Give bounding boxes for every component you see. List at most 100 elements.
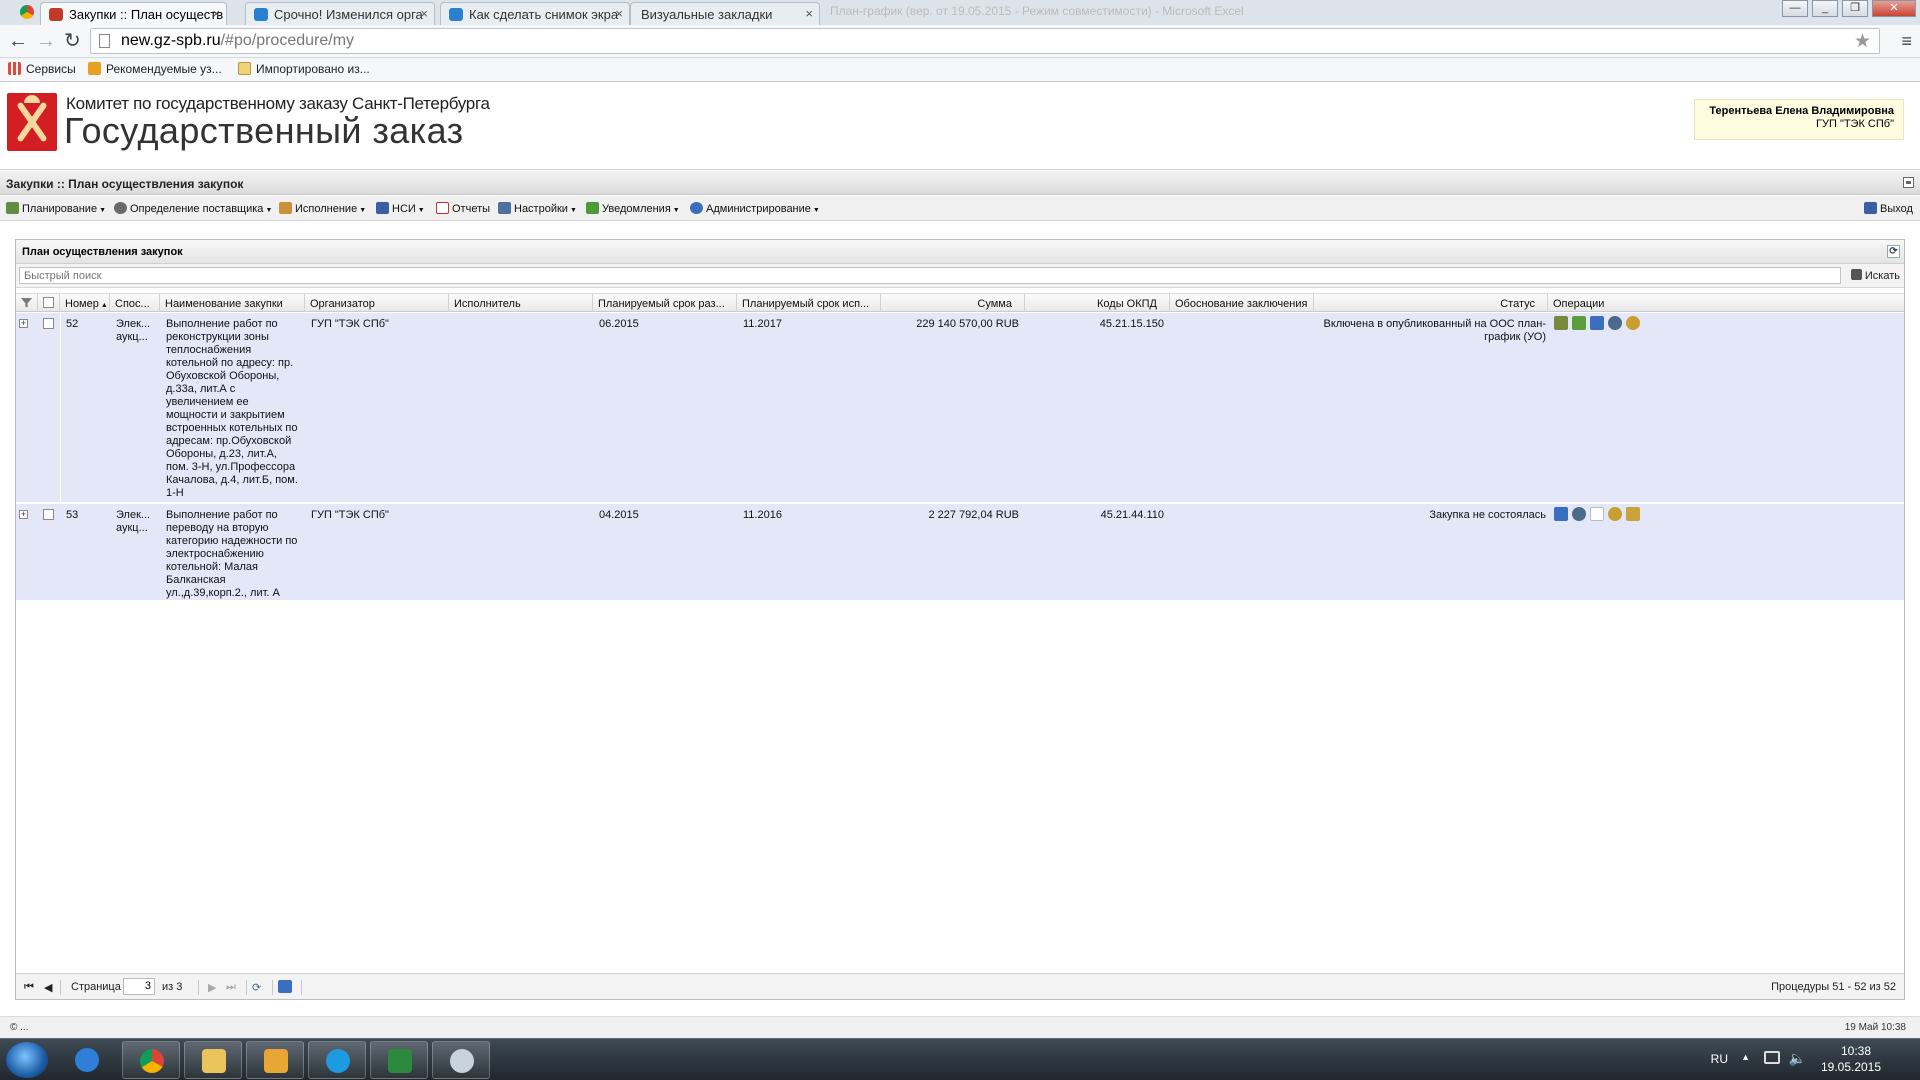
url-input[interactable]: new.gz-spb.ru/#po/procedure/my ★ bbox=[90, 28, 1880, 54]
select-all-checkbox[interactable] bbox=[43, 297, 54, 308]
scroll-icon[interactable] bbox=[1626, 507, 1640, 521]
page-number-input[interactable]: 3 bbox=[123, 978, 155, 995]
column-header-sum[interactable]: Сумма bbox=[881, 294, 1025, 312]
page-title: Закупки :: План осуществления закупок bbox=[6, 177, 244, 191]
cell-name: Выполнение работ по реконструкции зоны т… bbox=[166, 318, 298, 499]
taskbar-outlook[interactable] bbox=[246, 1041, 304, 1079]
clock-date[interactable]: 19.05.2015 bbox=[1816, 1060, 1886, 1074]
collapse-icon[interactable] bbox=[1903, 177, 1914, 188]
last-page-icon[interactable]: ⏭ bbox=[226, 981, 236, 994]
row-checkbox[interactable] bbox=[43, 509, 54, 520]
emblem-icon[interactable] bbox=[1608, 507, 1622, 521]
column-header-method[interactable]: Спос... bbox=[110, 294, 160, 312]
cell-okpd: 45.21.15.150 bbox=[1099, 318, 1164, 330]
column-header-reason[interactable]: Обоснование заключения bbox=[1170, 294, 1314, 312]
logout-button[interactable]: Выход bbox=[1864, 202, 1913, 215]
taskbar-ie[interactable] bbox=[58, 1041, 116, 1079]
edit-icon[interactable] bbox=[1554, 316, 1568, 330]
tab-visual-bookmarks[interactable]: Визуальные закладки × bbox=[630, 2, 820, 25]
column-header-number[interactable]: Номер ▲ bbox=[60, 294, 110, 312]
apps-grid-icon bbox=[8, 62, 21, 75]
expand-row-icon[interactable]: + bbox=[19, 319, 28, 328]
expand-row-icon[interactable]: + bbox=[19, 510, 28, 519]
user-info-box[interactable]: Терентьева Елена Владимировна ГУП "ТЭК С… bbox=[1694, 99, 1904, 140]
first-page-icon[interactable]: ⏮ bbox=[24, 981, 34, 994]
column-header-operations[interactable]: Операции bbox=[1548, 294, 1904, 312]
row-checkbox[interactable] bbox=[43, 318, 54, 329]
taskbar-explorer[interactable] bbox=[184, 1041, 242, 1079]
column-header-plan-execution[interactable]: Планируемый срок исп... bbox=[737, 294, 881, 312]
reload-page-icon[interactable]: ⟳ bbox=[252, 981, 261, 994]
column-header-status[interactable]: Статус bbox=[1314, 294, 1548, 312]
cell-sum: 229 140 570,00 RUB bbox=[916, 318, 1019, 330]
menu-notifications[interactable]: Уведомления ▼ bbox=[586, 202, 680, 215]
back-arrow-icon[interactable]: ← bbox=[8, 30, 28, 52]
language-indicator[interactable]: RU bbox=[1711, 1052, 1728, 1066]
quick-search-bar: Искать bbox=[16, 264, 1904, 288]
refresh-icon[interactable]: ⟳ bbox=[1887, 245, 1900, 258]
gear-icon[interactable] bbox=[1572, 507, 1586, 521]
column-header-organizer[interactable]: Организатор bbox=[305, 294, 449, 312]
taskbar-chrome[interactable] bbox=[122, 1041, 180, 1079]
menu-nsi[interactable]: НСИ ▼ bbox=[376, 202, 425, 215]
menu-reports[interactable]: Отчеты bbox=[436, 202, 490, 215]
menu-planning[interactable]: Планирование ▼ bbox=[6, 202, 106, 215]
tab-news[interactable]: Срочно! Изменился орга × bbox=[245, 2, 435, 25]
taskbar-skype[interactable] bbox=[308, 1041, 366, 1079]
status-left: © ... bbox=[10, 1022, 29, 1033]
column-header-okpd[interactable]: Коды ОКПД bbox=[1025, 294, 1170, 312]
bookmark-star-icon[interactable]: ★ bbox=[1854, 30, 1871, 53]
save-icon[interactable] bbox=[278, 980, 292, 993]
window-minimize-button[interactable]: _ bbox=[1812, 0, 1838, 17]
users-icon bbox=[114, 202, 127, 214]
search-button[interactable]: Искать bbox=[1850, 269, 1900, 282]
taskbar-excel[interactable] bbox=[370, 1041, 428, 1079]
network-icon[interactable] bbox=[1764, 1051, 1780, 1064]
search-input[interactable] bbox=[19, 267, 1841, 284]
bookmark-imported-folder[interactable]: Импортировано из... bbox=[238, 62, 370, 76]
tab-procurement-plan[interactable]: Закупки :: План осуществ × bbox=[40, 2, 227, 25]
filter-column-header[interactable] bbox=[16, 294, 38, 312]
close-tab-icon[interactable]: × bbox=[212, 6, 220, 21]
bookmark-recommended[interactable]: Рекомендуемые уз... bbox=[88, 62, 222, 76]
window-close-button[interactable]: ✕ bbox=[1872, 0, 1916, 17]
document-icon[interactable] bbox=[1590, 507, 1604, 521]
column-header-plan-placement[interactable]: Планируемый срок раз... bbox=[593, 294, 737, 312]
table-row[interactable]: + 52 Элек... аукц... Выполнение работ по… bbox=[16, 313, 1904, 503]
tab-favicon-icon bbox=[449, 8, 463, 21]
chart-icon[interactable] bbox=[1554, 507, 1568, 521]
taskbar-paint[interactable] bbox=[432, 1041, 490, 1079]
tab-screenshot-howto[interactable]: Как сделать снимок экра × bbox=[440, 2, 630, 25]
folder-icon bbox=[202, 1049, 226, 1073]
close-tab-icon[interactable]: × bbox=[420, 6, 428, 21]
tray-expand-icon[interactable]: ▲ bbox=[1741, 1052, 1750, 1062]
window-restore-button[interactable]: — bbox=[1782, 0, 1808, 17]
close-tab-icon[interactable]: × bbox=[805, 6, 813, 21]
chrome-logo-icon bbox=[20, 5, 34, 19]
menu-execution[interactable]: Исполнение ▼ bbox=[279, 202, 366, 215]
clock-time[interactable]: 10:38 bbox=[1826, 1044, 1886, 1058]
approve-icon[interactable] bbox=[1572, 316, 1586, 330]
ie-icon bbox=[75, 1048, 99, 1072]
table-row[interactable]: + 53 Элек... аукц... Выполнение работ по… bbox=[16, 504, 1904, 601]
window-maximize-button[interactable]: ❐ bbox=[1842, 0, 1868, 17]
menu-settings[interactable]: Настройки ▼ bbox=[498, 202, 577, 215]
browser-menu-icon[interactable]: ≡ bbox=[1901, 31, 1912, 52]
column-header-name[interactable]: Наименование закупки bbox=[160, 294, 305, 312]
emblem-icon[interactable] bbox=[1626, 316, 1640, 330]
user-name: Терентьева Елена Владимировна bbox=[1709, 105, 1894, 117]
gear-icon[interactable] bbox=[1608, 316, 1622, 330]
menu-administration[interactable]: Администрирование ▼ bbox=[690, 202, 820, 215]
close-tab-icon[interactable]: × bbox=[615, 6, 623, 21]
start-button[interactable] bbox=[6, 1042, 48, 1078]
chart-icon[interactable] bbox=[1590, 316, 1604, 330]
column-header-executor[interactable]: Исполнитель bbox=[449, 294, 593, 312]
forward-arrow-icon[interactable]: → bbox=[36, 30, 56, 52]
wrench-icon bbox=[498, 202, 511, 214]
menu-supplier-selection[interactable]: Определение поставщика ▼ bbox=[114, 202, 272, 215]
volume-icon[interactable]: 🔈 bbox=[1789, 1050, 1806, 1067]
next-page-icon[interactable]: ▶ bbox=[208, 981, 216, 994]
bookmark-services[interactable]: Сервисы bbox=[8, 62, 76, 76]
reload-icon[interactable]: ↻ bbox=[64, 30, 81, 52]
prev-page-icon[interactable]: ◀ bbox=[44, 981, 52, 994]
